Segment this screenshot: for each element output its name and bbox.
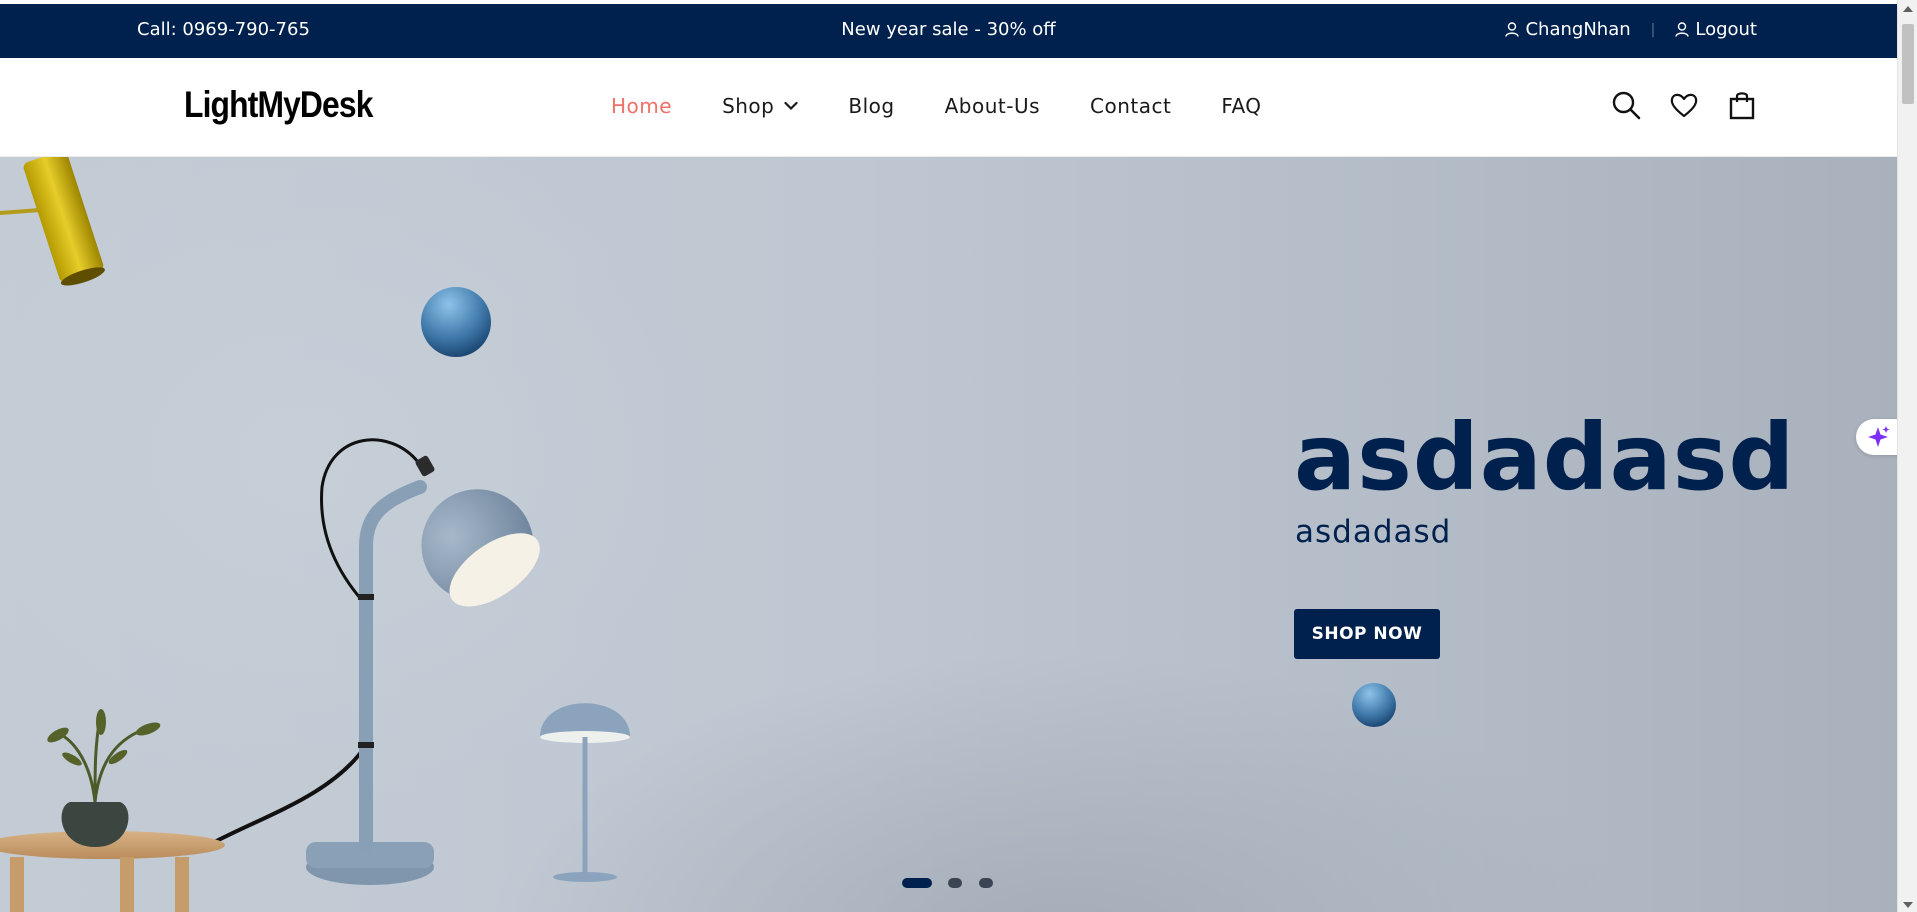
search-icon[interactable] — [1611, 90, 1641, 120]
nav-item-about-us[interactable]: About-Us — [945, 94, 1040, 118]
slider-dot-3[interactable] — [979, 878, 993, 888]
vertical-scrollbar[interactable] — [1897, 0, 1917, 912]
slider-dot-1[interactable] — [902, 878, 932, 888]
logout-label: Logout — [1695, 19, 1757, 40]
username-label: ChangNhan — [1525, 19, 1631, 40]
chevron-down-icon — [784, 101, 798, 111]
nav-item-contact[interactable]: Contact — [1090, 94, 1171, 118]
page: Call: 0969-790-765 New year sale - 30% o… — [0, 0, 1897, 912]
slider-pagination — [902, 878, 1010, 888]
account-links: ChangNhan | Logout — [1505, 19, 1757, 40]
user-account-link[interactable]: ChangNhan — [1505, 19, 1631, 40]
nav-item-shop[interactable]: Shop — [722, 94, 798, 118]
top-bar: Call: 0969-790-765 New year sale - 30% o… — [0, 4, 1897, 58]
ai-assistant-tab[interactable] — [1856, 419, 1897, 455]
nav-item-home[interactable]: Home — [611, 94, 672, 118]
main-header: LightMyDesk Home Shop Blog About-Us Cont… — [0, 58, 1897, 157]
nav-item-faq[interactable]: FAQ — [1221, 94, 1261, 118]
hero-slider: asdadasd asdadasd SHOP NOW — [0, 157, 1897, 912]
heart-icon[interactable] — [1669, 90, 1699, 120]
sparkle-icon — [1868, 426, 1890, 447]
nav-item-label: Contact — [1090, 94, 1172, 118]
header-actions — [1583, 90, 1757, 120]
nav-item-label: Shop — [722, 94, 775, 118]
scrollbar-thumb[interactable] — [1902, 24, 1914, 104]
shop-now-button[interactable]: SHOP NOW — [1294, 609, 1440, 659]
decorative-ball — [1352, 683, 1396, 727]
scroll-down-arrow-icon[interactable] — [1903, 902, 1913, 908]
user-icon — [1505, 22, 1520, 37]
user-icon — [1675, 22, 1690, 37]
nav-item-blog[interactable]: Blog — [848, 94, 894, 118]
main-nav: Home Shop Blog About-Us Contact FAQ — [611, 94, 1262, 118]
divider: | — [1650, 21, 1656, 38]
site-logo[interactable]: LightMyDesk — [184, 84, 373, 126]
logout-link[interactable]: Logout — [1675, 19, 1757, 40]
slider-dot-2[interactable] — [948, 878, 962, 888]
hero-lamps-illustration — [0, 157, 630, 912]
nav-item-label: Blog — [848, 94, 895, 118]
hero-subtitle: asdadasd — [1295, 514, 1452, 550]
nav-item-label: FAQ — [1221, 94, 1262, 118]
scroll-up-arrow-icon[interactable] — [1903, 6, 1913, 12]
nav-item-label: About-Us — [944, 94, 1040, 118]
hero-title: asdadasd — [1294, 404, 1796, 511]
nav-item-label: Home — [611, 94, 673, 118]
shopping-bag-icon[interactable] — [1727, 90, 1757, 120]
